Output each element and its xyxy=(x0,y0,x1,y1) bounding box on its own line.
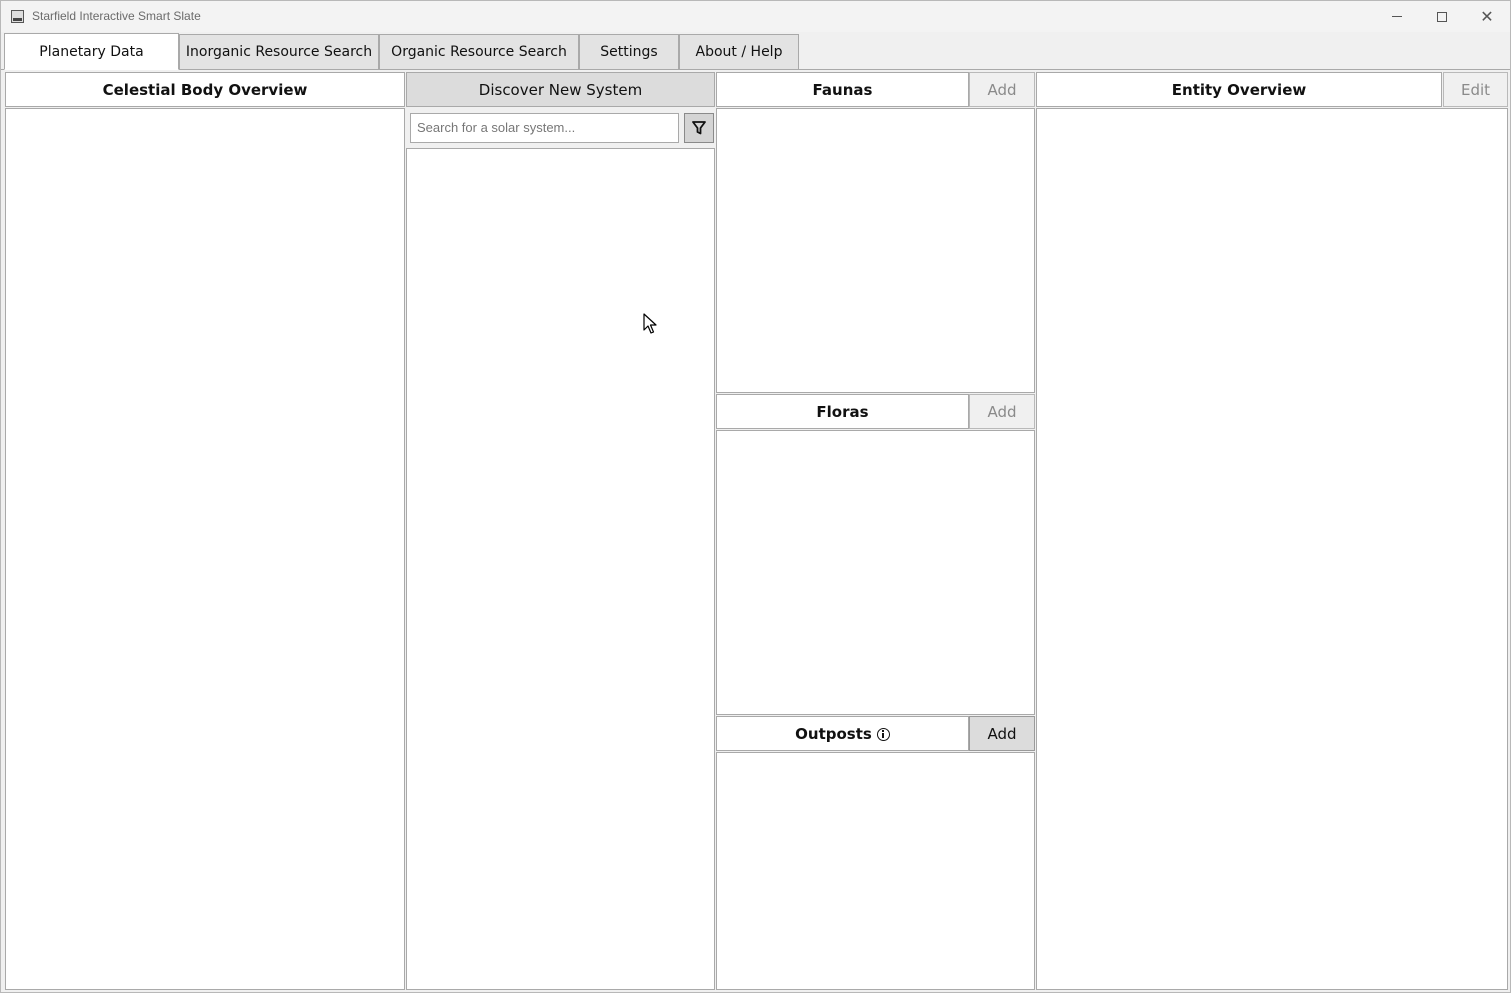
filter-button[interactable] xyxy=(684,113,714,143)
title-bar: Starfield Interactive Smart Slate ✕ xyxy=(1,1,1510,32)
celestial-body-overview-header: Celestial Body Overview xyxy=(5,72,405,107)
app-icon xyxy=(11,10,24,23)
tab-about-help[interactable]: About / Help xyxy=(679,34,799,70)
tab-planetary-data[interactable]: Planetary Data xyxy=(4,33,179,70)
entity-overview-panel xyxy=(1036,108,1508,990)
faunas-list[interactable] xyxy=(716,108,1035,393)
mouse-cursor-icon xyxy=(643,313,657,334)
info-icon[interactable] xyxy=(876,728,890,741)
floras-list[interactable] xyxy=(716,430,1035,715)
minimize-icon xyxy=(1392,16,1402,17)
maximize-button[interactable] xyxy=(1419,1,1465,32)
solar-system-list[interactable] xyxy=(406,148,715,990)
app-window: Starfield Interactive Smart Slate ✕ Plan… xyxy=(0,0,1511,993)
outposts-list[interactable] xyxy=(716,752,1035,990)
maximize-icon xyxy=(1437,11,1447,22)
floras-header: Floras xyxy=(716,394,969,429)
tab-organic-resource-search[interactable]: Organic Resource Search xyxy=(379,34,579,70)
tab-settings[interactable]: Settings xyxy=(579,34,679,70)
minimize-button[interactable] xyxy=(1374,1,1420,32)
tab-inorganic-resource-search[interactable]: Inorganic Resource Search xyxy=(179,34,379,70)
outposts-header: Outposts xyxy=(716,716,969,751)
faunas-header: Faunas xyxy=(716,72,969,107)
solar-system-search-input[interactable]: Search for a solar system... xyxy=(410,113,679,143)
discover-new-system-button[interactable]: Discover New System xyxy=(406,72,715,107)
window-title: Starfield Interactive Smart Slate xyxy=(32,9,201,23)
outposts-header-label: Outposts xyxy=(795,724,872,743)
close-icon: ✕ xyxy=(1480,6,1494,26)
close-button[interactable]: ✕ xyxy=(1464,1,1510,32)
floras-add-button[interactable]: Add xyxy=(969,394,1035,429)
filter-icon xyxy=(692,121,706,135)
celestial-body-overview-panel xyxy=(5,108,405,990)
outposts-add-button[interactable]: Add xyxy=(969,716,1035,751)
entity-edit-button[interactable]: Edit xyxy=(1443,72,1508,107)
faunas-add-button[interactable]: Add xyxy=(969,72,1035,107)
entity-overview-header: Entity Overview xyxy=(1036,72,1442,107)
